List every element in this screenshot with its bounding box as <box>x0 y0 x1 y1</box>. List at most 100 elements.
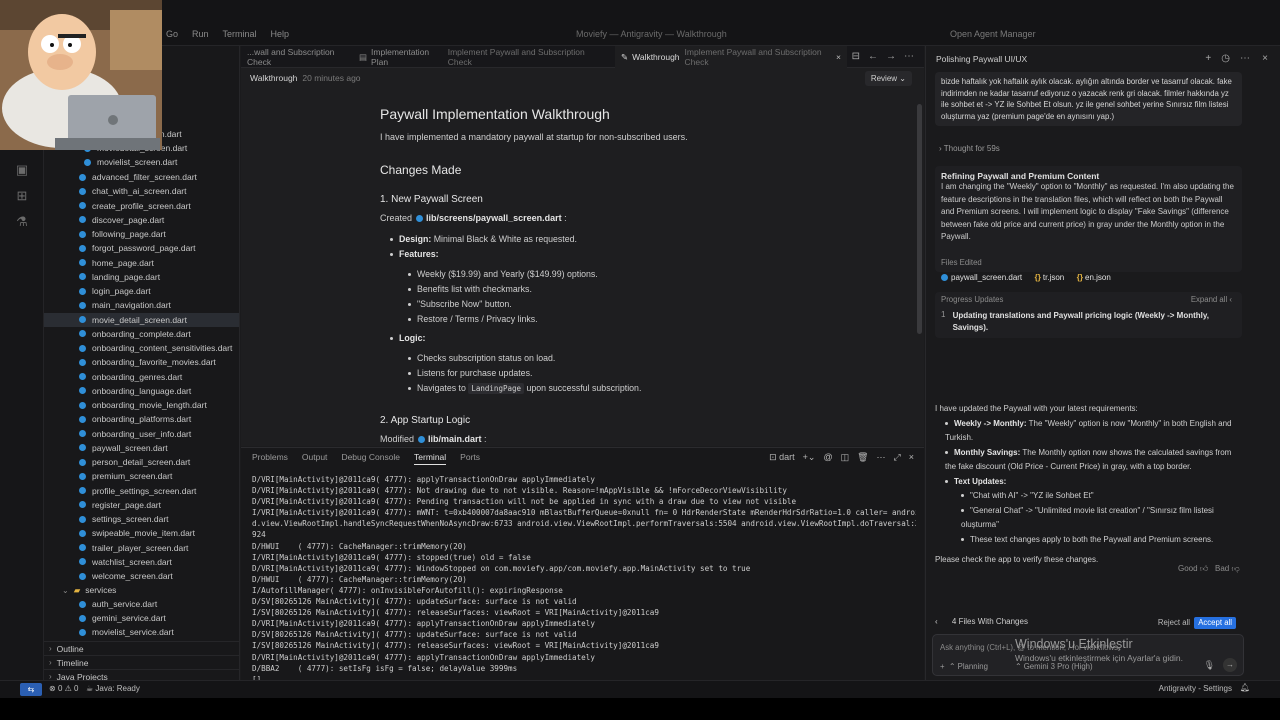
file-item[interactable]: movie_detail_screen.dart <box>44 312 239 327</box>
maximize-panel-icon[interactable]: ⤢ <box>894 452 901 463</box>
tab-task[interactable]: ...wall and Subscription Check <box>241 46 353 68</box>
file-item[interactable]: movielist_screen.dart <box>44 155 239 169</box>
file-item[interactable]: following_page.dart <box>44 227 239 241</box>
mode-selector[interactable]: + ⌃ Planning <box>940 662 988 671</box>
file-chip[interactable]: {} tr.json <box>1035 273 1065 282</box>
terminal-shell-selector[interactable]: ⊡ dart <box>769 452 795 463</box>
file-item[interactable]: onboarding_platforms.dart <box>44 412 239 426</box>
accept-all-button[interactable]: Accept all <box>1194 617 1236 629</box>
model-selector[interactable]: ⌃ Gemini 3 Pro (High) <box>1015 662 1093 671</box>
remote-indicator[interactable]: ⇆ <box>20 683 42 696</box>
problems-status[interactable]: ⊗ 0 ⚠ 0 <box>49 684 78 693</box>
tab-output[interactable]: Output <box>302 452 328 465</box>
mention-icon[interactable]: @ <box>823 452 832 463</box>
tab-ports[interactable]: Ports <box>460 452 480 465</box>
chevron-left-icon[interactable]: ‹ <box>935 617 938 626</box>
more-icon[interactable]: ⋯ <box>904 51 914 62</box>
review-button[interactable]: Review ⌄ <box>864 71 912 86</box>
open-agent-manager-link[interactable]: Open Agent Manager <box>950 29 1036 39</box>
editor-scrollbar[interactable] <box>917 104 922 334</box>
extensions-icon[interactable]: ▣ <box>14 162 30 178</box>
thought-toggle[interactable]: › Thought for 59s <box>939 144 1000 153</box>
more-icon[interactable]: ⋯ <box>877 452 886 463</box>
services-folder[interactable]: ⌄ ▰ services <box>44 583 239 597</box>
forward-arrow-icon[interactable]: → <box>886 51 896 62</box>
menu-terminal[interactable]: Terminal <box>223 29 257 39</box>
java-status[interactable]: ☕︎ Java: Ready <box>86 684 140 693</box>
file-item[interactable]: forgot_password_page.dart <box>44 241 239 255</box>
file-item[interactable]: paywall_screen.dart <box>44 441 239 455</box>
file-item[interactable]: premium_screen.dart <box>44 469 239 483</box>
expand-all-button[interactable]: Expand all ‹ <box>1191 295 1232 304</box>
editor-area: ...wall and Subscription Check ▤ Implemen… <box>241 46 924 446</box>
split-terminal-icon[interactable]: ◫ <box>841 452 850 463</box>
reject-all-button[interactable]: Reject all <box>1158 617 1190 629</box>
screen-bottom-border <box>0 698 1280 720</box>
file-item[interactable]: onboarding_complete.dart <box>44 327 239 341</box>
file-item[interactable]: onboarding_genres.dart <box>44 370 239 384</box>
file-item[interactable]: onboarding_content_sensitivities.dart <box>44 341 239 355</box>
send-button[interactable]: → <box>1223 658 1237 672</box>
close-icon[interactable]: × <box>1262 53 1268 64</box>
tab-implementation-plan[interactable]: ▤ Implementation Plan Implement Paywall an… <box>353 46 605 68</box>
file-item[interactable]: chat_with_ai_screen.dart <box>44 184 239 198</box>
file-item[interactable]: landing_page.dart <box>44 270 239 284</box>
settings-status[interactable]: Antigravity - Settings <box>1159 684 1232 693</box>
plus-icon[interactable]: + <box>940 662 945 671</box>
split-editor-icon[interactable]: ⊟ <box>852 51 860 62</box>
bell-icon[interactable]: 🔔︎ <box>1240 683 1250 692</box>
tab-debug-console[interactable]: Debug Console <box>341 452 400 465</box>
file-item[interactable]: person_detail_screen.dart <box>44 455 239 469</box>
outline-section[interactable]: › Outline <box>44 641 239 655</box>
remote-icon[interactable]: ⊞ <box>14 188 30 204</box>
menu-go[interactable]: Go <box>166 29 178 39</box>
file-item[interactable]: watchlist_screen.dart <box>44 555 239 569</box>
file-item[interactable]: register_page.dart <box>44 498 239 512</box>
history-icon[interactable]: ◷ <box>1221 53 1230 64</box>
file-item[interactable]: advanced_filter_screen.dart <box>44 170 239 184</box>
file-item[interactable]: welcome_screen.dart <box>44 569 239 583</box>
file-item[interactable]: auth_service.dart <box>44 597 239 611</box>
file-item[interactable]: onboarding_user_info.dart <box>44 427 239 441</box>
microphone-icon[interactable]: 🎙︎ <box>1204 660 1215 671</box>
file-link[interactable]: lib/main.dart <box>428 434 482 444</box>
menu-help[interactable]: Help <box>271 29 290 39</box>
file-item[interactable]: gemini_service.dart <box>44 611 239 625</box>
file-item[interactable]: home_page.dart <box>44 256 239 270</box>
file-item[interactable]: discover_page.dart <box>44 213 239 227</box>
tab-terminal[interactable]: Terminal <box>414 452 447 465</box>
chevron-up-icon: ⌃ <box>1015 662 1022 671</box>
bad-feedback-button[interactable]: Bad 👎︎ <box>1215 564 1240 574</box>
file-item[interactable]: settings_screen.dart <box>44 512 239 526</box>
file-item[interactable]: movielist_service.dart <box>44 625 239 639</box>
terminal-output[interactable]: D/VRI[MainActivity]@2011ca9( 4777): appl… <box>252 474 916 685</box>
file-item[interactable]: swipeable_movie_item.dart <box>44 526 239 540</box>
changes-count[interactable]: 4 Files With Changes <box>952 617 1028 626</box>
file-item[interactable]: onboarding_language.dart <box>44 384 239 398</box>
back-arrow-icon[interactable]: ← <box>868 51 878 62</box>
file-item[interactable]: login_page.dart <box>44 284 239 298</box>
file-item[interactable]: onboarding_favorite_movies.dart <box>44 355 239 369</box>
dart-file-icon <box>79 387 86 395</box>
file-chip[interactable]: {} en.json <box>1077 273 1111 282</box>
new-terminal-icon[interactable]: +⌄ <box>803 452 816 463</box>
file-item[interactable]: profile_settings_screen.dart <box>44 484 239 498</box>
close-panel-icon[interactable]: × <box>909 452 914 463</box>
timeline-section[interactable]: › Timeline <box>44 655 239 669</box>
java-projects-section[interactable]: › Java Projects <box>44 669 239 680</box>
file-item[interactable]: onboarding_movie_length.dart <box>44 398 239 412</box>
testing-icon[interactable]: ⚗ <box>14 214 30 230</box>
file-link[interactable]: lib/screens/paywall_screen.dart <box>426 213 562 223</box>
file-item[interactable]: main_navigation.dart <box>44 298 239 312</box>
file-chip[interactable]: paywall_screen.dart <box>941 273 1022 282</box>
more-icon[interactable]: ⋯ <box>1240 53 1250 64</box>
file-item[interactable]: create_profile_screen.dart <box>44 199 239 213</box>
tab-problems[interactable]: Problems <box>252 452 288 465</box>
menu-run[interactable]: Run <box>192 29 209 39</box>
good-feedback-button[interactable]: Good 👍︎ <box>1178 564 1208 574</box>
trash-icon[interactable]: 🗑 <box>857 452 868 463</box>
plus-icon[interactable]: + <box>1205 53 1211 64</box>
tab-walkthrough[interactable]: ✎ Walkthrough Implement Paywall and Subscr… <box>615 46 847 68</box>
close-icon[interactable]: × <box>836 52 841 62</box>
file-item[interactable]: trailer_player_screen.dart <box>44 541 239 555</box>
